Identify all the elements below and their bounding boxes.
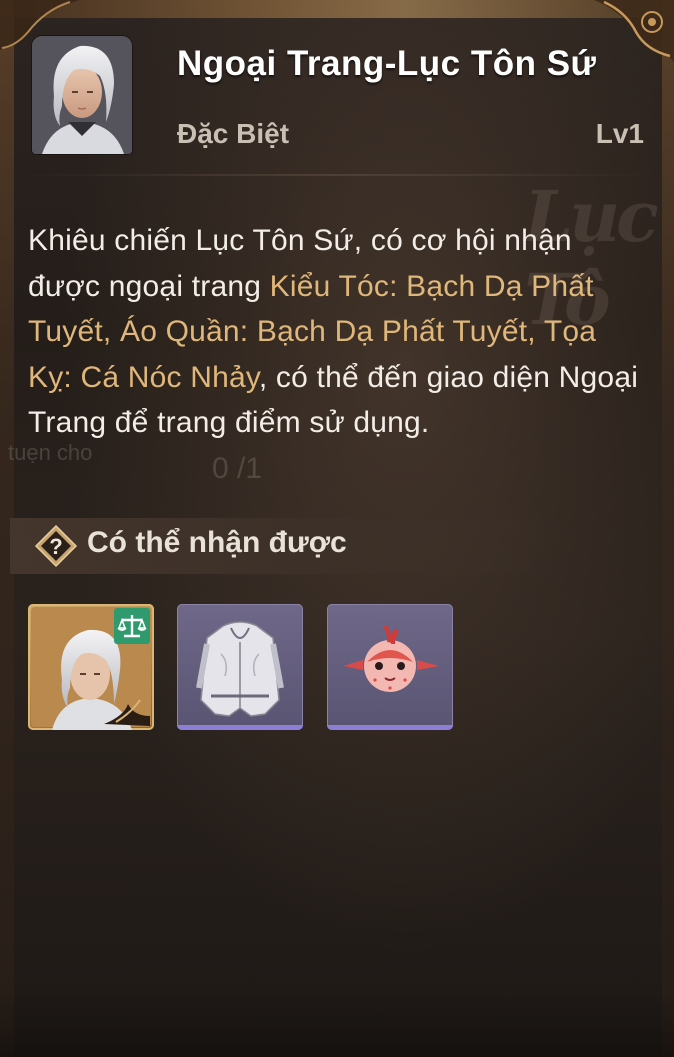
item-title: Ngoại Trang-Lục Tôn Sứ <box>177 44 597 83</box>
question-diamond-icon: ? <box>34 524 78 568</box>
scale-icon <box>117 615 147 638</box>
item-level: Lv1 <box>595 118 644 149</box>
rewards-section-title: Có thể nhận được <box>87 526 347 559</box>
reward-slot-mount[interactable] <box>327 604 453 730</box>
special-badge <box>114 608 150 644</box>
item-rarity: Đặc Biệt <box>177 118 290 149</box>
pufferfish-icon <box>343 624 439 692</box>
item-portrait <box>32 36 132 154</box>
item-description: Khiêu chiến Lục Tôn Sứ, có cơ hội nhận đ… <box>28 218 644 446</box>
svg-text:?: ? <box>49 534 62 559</box>
reward-slot-hairstyle[interactable] <box>28 604 154 730</box>
character-portrait-icon <box>32 36 132 154</box>
item-tooltip-panel: Lục Tô tuẹn cho 0 /1 Ngoại Trang-Lục Tôn… <box>0 0 674 1057</box>
reward-slot-outfit[interactable] <box>177 604 303 730</box>
bottom-strip <box>0 996 674 1057</box>
frame-right-border <box>662 0 674 1057</box>
header-divider <box>14 174 660 176</box>
white-coat-icon <box>196 621 284 717</box>
background-ghost-counter: 0 /1 <box>212 452 263 485</box>
